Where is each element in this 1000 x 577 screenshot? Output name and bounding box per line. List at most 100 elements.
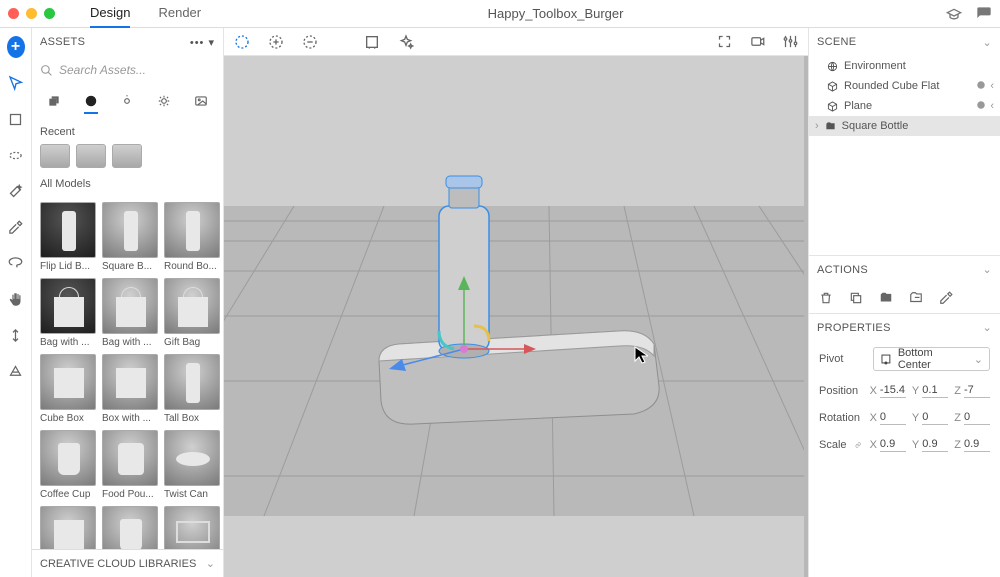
fullscreen-icon[interactable] [717,34,732,49]
all-models-label: All Models [32,168,223,196]
feedback-icon[interactable] [976,6,992,22]
cat-environments-icon[interactable] [157,94,171,114]
assets-panel: ASSETS ••• ▾ Search Assets... Recent All… [32,28,224,577]
rotation-z-input[interactable] [964,410,990,425]
chevron-down-icon: ⌄ [974,353,983,366]
ground-snap-tool[interactable] [364,34,380,50]
duplicate-icon[interactable] [849,291,863,305]
pivot-label: Pivot [819,353,865,365]
viewport[interactable] [224,28,808,577]
cat-materials-icon[interactable] [84,94,98,114]
recent-item[interactable] [112,144,142,168]
rotate-tool[interactable] [7,146,25,164]
eyedropper-action-icon[interactable] [939,291,953,305]
asset-card[interactable] [164,506,220,549]
asset-card[interactable]: Box with ... [102,354,158,424]
camera-bookmark-icon[interactable] [750,34,765,49]
scale-z-input[interactable] [964,437,990,452]
position-z-input[interactable] [964,383,990,398]
asset-card[interactable]: Bag with ... [102,278,158,348]
select-tool[interactable] [7,74,25,92]
chevron-down-icon[interactable]: ⌄ [982,263,992,276]
asset-card[interactable]: Coffee Cup [40,430,96,500]
scene-item-icon [827,101,838,112]
asset-label: Gift Bag [164,334,220,348]
pivot-select[interactable]: Bottom Center ⌄ [873,347,990,371]
scene-item[interactable]: ›Square Bottle [809,116,1000,136]
magic-wand-tool[interactable] [7,182,25,200]
assets-panel-menu-icon[interactable]: ••• ▾ [190,36,215,49]
tab-render[interactable]: Render [158,0,201,28]
traffic-lights [8,8,68,19]
rotation-x-input[interactable] [880,410,906,425]
chevron-down-icon[interactable]: ⌄ [982,321,992,334]
pivot-value: Bottom Center [898,347,968,371]
asset-label: Twist Can [164,486,220,500]
scene-item-actions[interactable]: ‹ [976,80,994,92]
group-icon[interactable] [879,291,893,305]
sparkle-tool[interactable] [398,34,414,50]
right-panels: SCENE⌄ EnvironmentRounded Cube Flat‹Plan… [808,28,1000,577]
position-y-input[interactable] [922,383,948,398]
asset-card[interactable]: Round Bo... [164,202,220,272]
asset-card[interactable] [40,506,96,549]
learn-icon[interactable] [946,6,962,22]
link-icon[interactable] [855,440,861,450]
asset-label: Square B... [102,258,158,272]
recent-item[interactable] [76,144,106,168]
asset-card[interactable]: Flip Lid B... [40,202,96,272]
lasso-tool[interactable] [7,254,25,272]
asset-card[interactable]: Twist Can [164,430,220,500]
perspective-tool[interactable] [7,362,25,380]
marquee-add-tool[interactable] [268,34,284,50]
asset-label: Cube Box [40,410,96,424]
cat-images-icon[interactable] [194,94,208,114]
dolly-tool[interactable] [7,326,25,344]
asset-card[interactable]: Gift Bag [164,278,220,348]
eyedropper-tool[interactable] [7,218,25,236]
scale-y-input[interactable] [922,437,948,452]
search-placeholder: Search Assets... [59,63,146,77]
search-input[interactable]: Search Assets... [40,58,215,82]
hand-tool[interactable] [7,290,25,308]
asset-label: Food Pou... [102,486,158,500]
maximize-window-button[interactable] [44,8,55,19]
actions-panel-title: ACTIONS [817,264,868,276]
asset-card[interactable]: Food Pou... [102,430,158,500]
scale-x-input[interactable] [880,437,906,452]
cc-libraries-panel[interactable]: CREATIVE CLOUD LIBRARIES ⌄ [32,549,223,577]
actions-row [809,283,1000,313]
asset-card[interactable]: Square B... [102,202,158,272]
asset-category-tabs [32,88,223,116]
asset-card[interactable]: Bag with ... [40,278,96,348]
scene-item-actions[interactable]: ‹ [976,100,994,112]
position-x-input[interactable] [880,383,906,398]
scene-item[interactable]: Environment [809,56,1000,76]
ungroup-icon[interactable] [909,291,923,305]
scene-item[interactable]: Rounded Cube Flat‹ [809,76,1000,96]
render-settings-icon[interactable] [783,34,798,49]
asset-card[interactable]: Cube Box [40,354,96,424]
marquee-sub-tool[interactable] [302,34,318,50]
properties-panel-title: PROPERTIES [817,322,891,334]
delete-icon[interactable] [819,291,833,305]
cat-models-icon[interactable] [47,94,61,114]
marquee-circle-tool[interactable] [234,34,250,50]
minimize-window-button[interactable] [26,8,37,19]
scene-item[interactable]: Plane‹ [809,96,1000,116]
close-window-button[interactable] [8,8,19,19]
scene-item-label: Square Bottle [842,120,909,132]
rotation-y-input[interactable] [922,410,948,425]
asset-card[interactable]: Tall Box [164,354,220,424]
asset-card[interactable] [102,506,158,549]
chevron-down-icon[interactable]: ⌄ [982,36,992,49]
add-button[interactable]: + [7,38,25,56]
asset-label: Coffee Cup [40,486,96,500]
cat-lights-icon[interactable] [120,94,134,114]
tab-design[interactable]: Design [90,0,130,28]
scene-item-icon [825,121,836,132]
recent-item[interactable] [40,144,70,168]
crop-tool[interactable] [7,110,25,128]
asset-grid: Flip Lid B...Square B...Round Bo...Bag w… [32,196,223,549]
scene-3d [224,56,804,577]
